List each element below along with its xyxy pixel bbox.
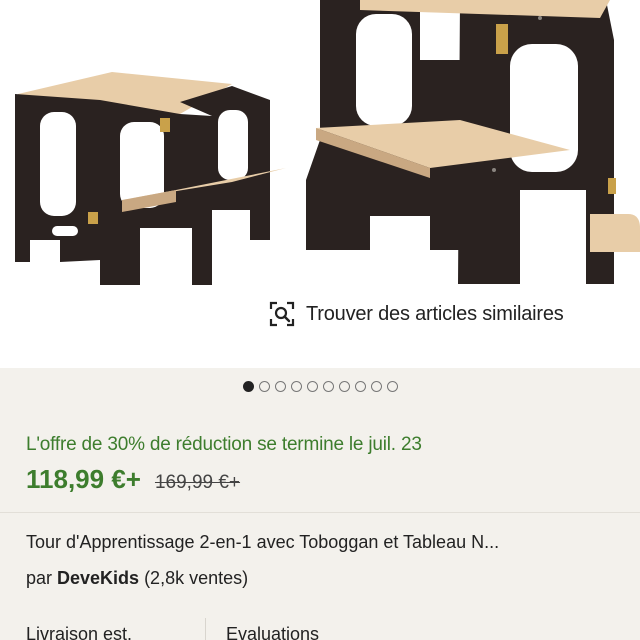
original-price: 169,99 €+ [154,472,241,493]
carousel-dot[interactable] [338,380,350,392]
price-row: 118,99 €+ 169,99 €+ [26,464,240,495]
carousel-dot[interactable] [258,380,270,392]
carousel-dot[interactable] [386,380,398,392]
learning-tower-large [306,0,640,284]
seller-prefix: par [26,568,53,588]
visual-search-icon [269,301,295,327]
seller-name-link[interactable]: DeveKids [57,568,139,589]
learning-stool-small [15,72,286,285]
carousel-dot[interactable] [322,380,334,392]
find-similar-label: Trouver des articles similaires [306,302,564,325]
tab-reviews[interactable]: Evaluations [206,618,319,640]
carousel-dot[interactable] [290,380,302,392]
seller-line: par DeveKids (2,8k ventes) [26,568,248,589]
promo-text: L'offre de 30% de réduction se termine l… [26,434,422,455]
learning-tower-photo [15,0,640,285]
carousel-dot-active[interactable] [242,380,254,392]
divider [0,512,640,513]
current-price: 118,99 €+ [26,464,141,494]
listing-title[interactable]: Tour d'Apprentissage 2-en-1 avec Tobogga… [26,532,616,553]
find-similar-button[interactable]: Trouver des articles similaires [268,298,564,330]
product-image[interactable]: Trouver des articles similaires [0,0,640,368]
carousel-dot[interactable] [354,380,366,392]
info-tabs: Livraison est. Evaluations [0,618,640,640]
tab-delivery[interactable]: Livraison est. [0,618,206,640]
seller-sales: (2,8k ventes) [144,568,249,588]
carousel-dot[interactable] [370,380,382,392]
carousel-pagination [0,368,640,404]
listing-info-panel: L'offre de 30% de réduction se termine l… [0,404,640,640]
carousel-dot[interactable] [306,380,318,392]
carousel-dot[interactable] [274,380,286,392]
